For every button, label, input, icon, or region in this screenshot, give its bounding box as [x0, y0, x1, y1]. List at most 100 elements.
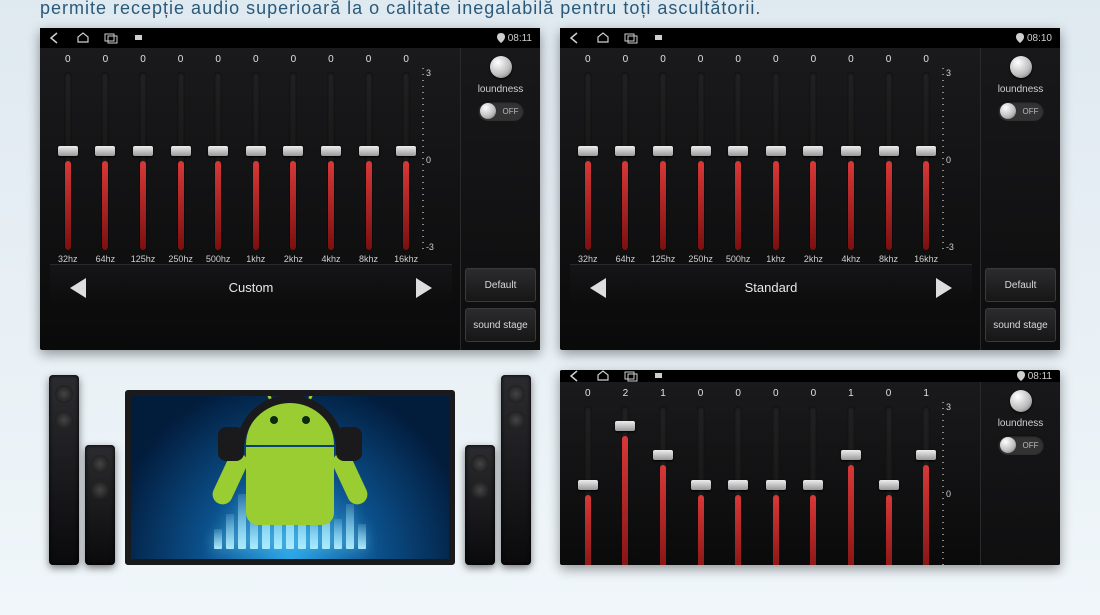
- recents-icon[interactable]: [624, 32, 638, 44]
- eq-band: 0500hz: [200, 54, 236, 264]
- band-value: 0: [65, 54, 71, 68]
- next-preset-arrow[interactable]: [936, 278, 952, 298]
- loudness-knob[interactable]: [1010, 56, 1032, 78]
- eq-slider[interactable]: [584, 406, 592, 565]
- eq-slider[interactable]: [847, 72, 855, 250]
- eq-band: 08khz: [871, 388, 907, 565]
- eq-band: 02khz: [796, 388, 832, 565]
- band-freq-label: 4khz: [841, 254, 860, 264]
- next-preset-arrow[interactable]: [416, 278, 432, 298]
- eq-slider[interactable]: [697, 72, 705, 250]
- eq-slider[interactable]: [139, 72, 147, 250]
- band-value: 0: [773, 388, 779, 402]
- sound-stage-button[interactable]: sound stage: [465, 308, 536, 342]
- band-value: 0: [848, 54, 854, 68]
- eq-slider[interactable]: [772, 72, 780, 250]
- band-freq-label: 64hz: [616, 254, 636, 264]
- loudness-toggle[interactable]: OFF: [478, 101, 524, 121]
- band-value: 0: [886, 388, 892, 402]
- eq-band: 264hz: [608, 388, 644, 565]
- eq-slider[interactable]: [847, 406, 855, 565]
- recents-icon[interactable]: [104, 32, 118, 44]
- eq-slider[interactable]: [621, 406, 629, 565]
- band-freq-label: 500hz: [206, 254, 231, 264]
- sound-stage-button[interactable]: sound stage: [985, 308, 1056, 342]
- band-value: 1: [848, 388, 854, 402]
- loudness-knob[interactable]: [1010, 390, 1032, 412]
- eq-slider[interactable]: [734, 72, 742, 250]
- band-freq-label: 32hz: [578, 254, 598, 264]
- prev-preset-arrow[interactable]: [590, 278, 606, 298]
- speaker-icon: [465, 445, 495, 565]
- back-icon[interactable]: [568, 370, 582, 382]
- loudness-knob[interactable]: [490, 56, 512, 78]
- band-value: 0: [403, 54, 409, 68]
- loudness-toggle[interactable]: OFF: [998, 101, 1044, 121]
- eq-slider[interactable]: [621, 72, 629, 250]
- eq-slider[interactable]: [584, 72, 592, 250]
- eq-slider[interactable]: [922, 72, 930, 250]
- promo-screen: [125, 390, 455, 565]
- band-value: 2: [623, 388, 629, 402]
- gain-scale: 30-3: [946, 54, 972, 264]
- eq-slider[interactable]: [177, 72, 185, 250]
- eq-slider[interactable]: [659, 406, 667, 565]
- eq-band: 1125hz: [645, 388, 681, 565]
- band-freq-label: 125hz: [131, 254, 156, 264]
- recents-icon[interactable]: [624, 370, 638, 382]
- home-icon[interactable]: [596, 32, 610, 44]
- eq-band: 016khz: [388, 54, 424, 264]
- eq-slider[interactable]: [402, 72, 410, 250]
- band-value: 0: [328, 54, 334, 68]
- eq-band: 01khz: [758, 54, 794, 264]
- band-value: 0: [253, 54, 259, 68]
- band-value: 0: [585, 388, 591, 402]
- eq-slider[interactable]: [772, 406, 780, 565]
- eq-band: 0 4khz: [313, 54, 349, 264]
- eq-slider[interactable]: [885, 72, 893, 250]
- app-icon: [652, 370, 666, 382]
- eq-band: 0250hz: [683, 388, 719, 565]
- band-value: 0: [291, 54, 297, 68]
- eq-slider[interactable]: [922, 406, 930, 565]
- eq-band: 0125hz: [645, 54, 681, 264]
- band-freq-label: 250hz: [688, 254, 713, 264]
- preset-bar: Standard: [570, 264, 972, 310]
- loudness-toggle[interactable]: OFF: [998, 435, 1044, 455]
- eq-band: 116khz: [908, 388, 944, 565]
- eq-band: 0 125hz: [125, 54, 161, 264]
- back-icon[interactable]: [48, 32, 62, 44]
- default-button[interactable]: Default: [465, 268, 536, 302]
- band-freq-label: 4khz: [321, 254, 340, 264]
- eq-slider[interactable]: [327, 72, 335, 250]
- prev-preset-arrow[interactable]: [70, 278, 86, 298]
- eq-band: 02khz: [796, 54, 832, 264]
- band-freq-label: 1khz: [246, 254, 265, 264]
- clock: 08:11: [1028, 371, 1052, 382]
- band-value: 0: [735, 54, 741, 68]
- eq-slider[interactable]: [734, 406, 742, 565]
- band-value: 0: [886, 54, 892, 68]
- eq-slider[interactable]: [697, 406, 705, 565]
- eq-slider[interactable]: [289, 72, 297, 250]
- eq-band: 0 4khz: [833, 54, 869, 264]
- eq-slider[interactable]: [885, 406, 893, 565]
- home-icon[interactable]: [596, 370, 610, 382]
- band-value: 0: [698, 388, 704, 402]
- band-value: 0: [698, 54, 704, 68]
- eq-band: 032hz: [50, 54, 86, 264]
- eq-slider[interactable]: [809, 72, 817, 250]
- band-value: 0: [140, 54, 146, 68]
- eq-slider[interactable]: [101, 72, 109, 250]
- eq-slider[interactable]: [64, 72, 72, 250]
- eq-slider[interactable]: [365, 72, 373, 250]
- eq-slider[interactable]: [809, 406, 817, 565]
- eq-slider[interactable]: [252, 72, 260, 250]
- eq-slider[interactable]: [659, 72, 667, 250]
- default-button[interactable]: Default: [985, 268, 1056, 302]
- eq-band: 032hz: [570, 388, 606, 565]
- back-icon[interactable]: [568, 32, 582, 44]
- home-icon[interactable]: [76, 32, 90, 44]
- eq-slider[interactable]: [214, 72, 222, 250]
- eq-band: 14khz: [833, 388, 869, 565]
